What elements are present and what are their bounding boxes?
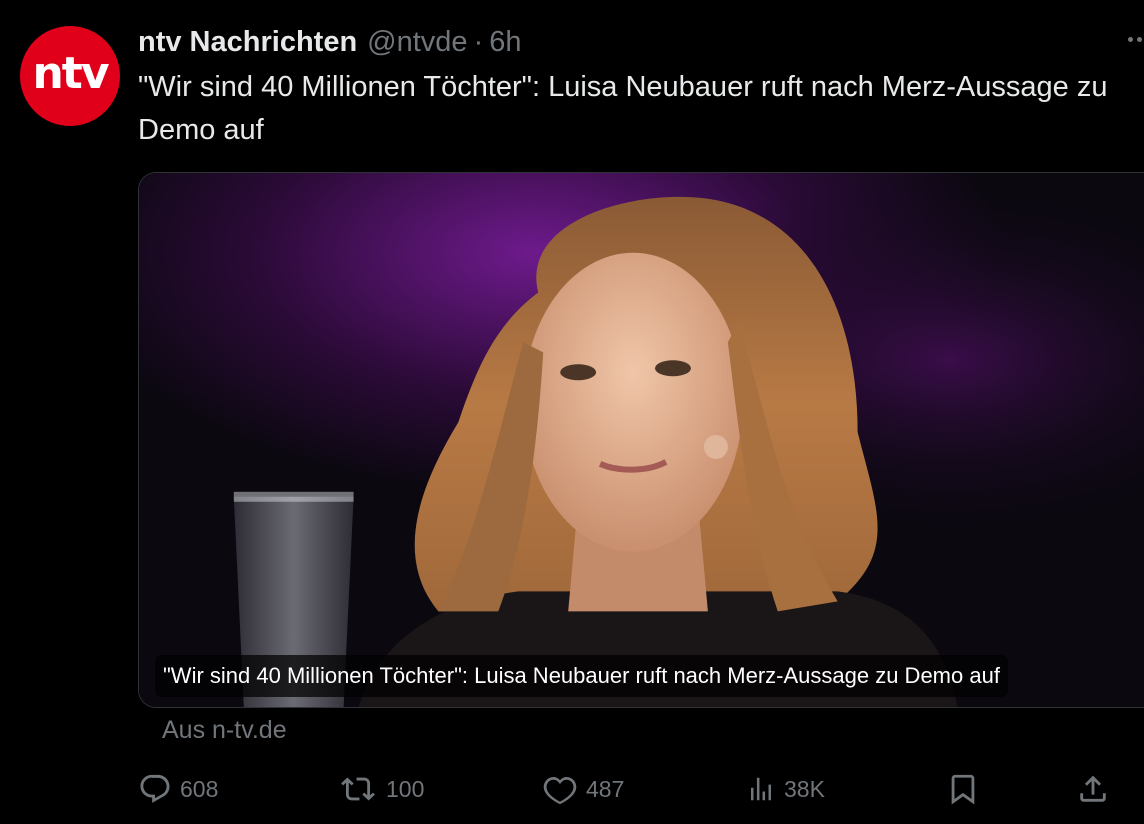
repost-icon [341,777,375,801]
views-button[interactable]: 38K [746,768,825,810]
card-source[interactable]: Aus n-tv.de [162,716,287,745]
like-count: 487 [586,775,625,802]
reply-icon [140,774,170,803]
repost-button[interactable]: 100 [338,768,424,810]
share-button[interactable] [1076,768,1110,810]
share-icon [1080,775,1106,802]
more-icon[interactable] [1124,24,1144,54]
action-bar: 608 100 487 38K [0,768,1144,810]
repost-count: 100 [386,775,425,802]
handle[interactable]: @ntvde [367,26,467,59]
article-image [139,173,1144,707]
avatar[interactable]: ntv [20,26,120,126]
views-icon [751,777,771,801]
separator-dot: · [473,25,484,58]
like-button[interactable]: 487 [542,768,624,810]
bookmark-button[interactable] [946,768,980,810]
card-caption: "Wir sind 40 Millionen Töchter": Luisa N… [155,655,1008,697]
like-icon [543,776,577,805]
bookmark-icon [951,774,975,805]
reply-count: 608 [180,775,219,802]
ntv-logo: ntv [32,48,109,99]
display-name[interactable]: ntv Nachrichten [138,26,357,59]
reply-button[interactable]: 608 [138,768,218,810]
timestamp[interactable]: 6h [489,26,521,59]
tweet-text: "Wir sind 40 Millionen Töchter": Luisa N… [138,71,1108,146]
tweet-header: ntv Nachrichten @ntvde · 6h [138,22,522,62]
tweet[interactable]: ntv ntv Nachrichten @ntvde · 6h "Wir sin… [0,0,1144,824]
views-count: 38K [784,775,825,802]
link-card[interactable]: "Wir sind 40 Millionen Töchter": Luisa N… [138,172,1144,708]
